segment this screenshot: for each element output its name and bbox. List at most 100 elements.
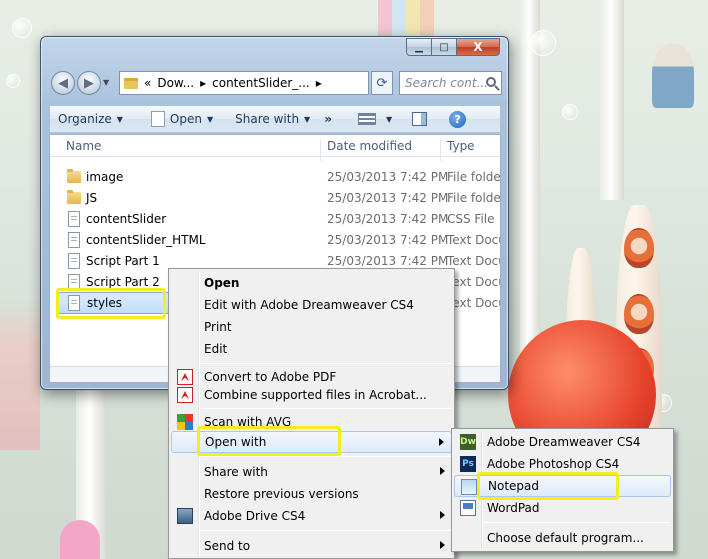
file-name: Script Part 1 [86,254,160,268]
file-date: 25/03/2013 7:42 PM [327,191,449,205]
rainbow-stripe [392,0,406,40]
file-name: contentSlider [86,212,167,226]
menu-item-open[interactable]: Open [171,272,452,294]
highlight-box-open-with [197,426,341,456]
column-date-modified[interactable]: Date modified [327,139,412,153]
column-divider[interactable] [320,139,321,161]
file-type: Text Docum [447,296,500,310]
highlight-box-notepad [477,472,619,500]
column-type[interactable]: Type [447,139,475,153]
share-with-label: Share with [235,112,300,126]
menu-label: Choose default program... [487,531,644,545]
search-input[interactable]: Search cont... [399,71,502,95]
breadcrumb-contentslider[interactable]: contentSlider_... [212,76,310,90]
menu-item-send-to[interactable]: Send to [171,535,452,557]
menu-item-edit-with-dreamweaver[interactable]: Edit with Adobe Dreamweaver CS4 [171,294,452,316]
adobe-drive-icon [177,508,193,524]
file-name: Script Part 2 [86,275,160,289]
file-row-contentslider-html[interactable]: contentSlider_HTML 25/03/2013 7:42 PM Te… [50,230,500,251]
more-commands-button[interactable]: » [318,106,340,132]
menu-label: Adobe Drive CS4 [204,509,306,523]
chevron-down-icon: ▼ [206,114,214,124]
rainbow-stripe [378,0,392,40]
pdf-icon [177,369,193,385]
file-type: CSS File [447,212,495,226]
menu-label: Share with [204,465,268,479]
tree-trunk [600,0,624,200]
menu-label: Print [204,320,232,334]
menu-label: Send to [204,539,251,553]
search-placeholder: Search cont... [405,76,488,90]
menu-item-print[interactable]: Print [171,316,452,338]
document-icon [68,232,80,248]
organize-label: Organize [58,112,112,126]
menu-separator [201,408,451,409]
organize-button[interactable]: Organize ▼ [50,106,131,132]
help-button[interactable]: ? [435,106,474,132]
open-label: Open [169,112,202,126]
photoshop-icon: Ps [460,456,476,472]
forward-button[interactable]: ▶ [77,71,101,95]
change-view-button[interactable]: ▼ [340,106,400,132]
folder-icon [67,169,81,183]
menu-label: Edit with Adobe Dreamweaver CS4 [204,298,414,312]
file-type: File folder [447,170,501,184]
file-type: Text Docum [447,233,500,247]
flower-illustration [60,520,100,559]
window-caption-buttons: ▁ □ X [406,38,500,56]
submenu-arrow-icon [440,467,445,475]
file-date: 25/03/2013 7:42 PM [327,233,449,247]
folder-icon [124,77,138,89]
submenu-arrow-icon [440,511,445,519]
submenu-arrow-icon [439,438,444,446]
menu-separator [201,363,451,364]
menu-separator [484,522,670,523]
maximize-button[interactable]: □ [432,38,457,56]
preview-pane-button[interactable] [400,106,435,132]
file-name: JS [86,191,98,205]
doll-figure [624,228,654,268]
menu-item-restore-previous-versions[interactable]: Restore previous versions [171,483,452,505]
address-overflow-chevron[interactable]: « [144,76,151,90]
menu-item-combine-in-acrobat[interactable]: Combine supported files in Acrobat... [171,384,452,406]
open-button[interactable]: Open ▼ [131,106,221,132]
rainbow-stripe [406,0,420,40]
preview-pane-icon [412,112,428,126]
menu-label: Edit [204,342,228,356]
menu-item-wordpad[interactable]: WordPad [454,497,671,519]
address-bar[interactable]: « Dow... ▸ contentSlider_... ▸ [119,71,369,95]
column-divider[interactable] [440,139,441,161]
menu-item-choose-default-program[interactable]: Choose default program... [454,527,671,549]
acrobat-icon [177,387,193,403]
menu-item-edit[interactable]: Edit [171,338,452,360]
bubble [6,74,20,88]
refresh-button[interactable]: ⟳ [371,71,393,95]
command-bar: Organize ▼ Open ▼ Share with ▼ » ▼ ? [49,105,501,133]
file-name: contentSlider_HTML [86,233,206,247]
breadcrumb-downloads[interactable]: Dow... [157,76,194,90]
help-icon: ? [449,110,467,128]
column-headers: Name Date modified Type [50,135,500,161]
recent-pages-dropdown[interactable]: ▼ [103,78,109,87]
file-row-contentslider[interactable]: contentSlider 25/03/2013 7:42 PM CSS Fil… [50,209,500,230]
menu-item-dreamweaver[interactable]: Dw Adobe Dreamweaver CS4 [454,431,671,453]
breadcrumb-separator[interactable]: ▸ [200,76,206,90]
menu-label: Adobe Photoshop CS4 [487,457,620,471]
bubble [562,104,578,120]
breadcrumb-separator[interactable]: ▸ [316,76,322,90]
doll-figure [624,294,654,334]
close-button[interactable]: X [457,38,500,56]
minimize-button[interactable]: ▁ [406,38,432,56]
column-name[interactable]: Name [66,139,101,153]
flower-illustration [0,300,40,450]
share-with-button[interactable]: Share with ▼ [221,106,318,132]
menu-item-adobe-drive[interactable]: Adobe Drive CS4 [171,505,452,527]
bubble [12,18,32,38]
back-button[interactable]: ◀ [51,71,75,95]
file-type: File folder [447,191,501,205]
file-row-image[interactable]: image 25/03/2013 7:42 PM File folder [50,167,500,188]
menu-item-share-with[interactable]: Share with [171,461,452,483]
file-row-js[interactable]: JS 25/03/2013 7:42 PM File folder [50,188,500,209]
file-date: 25/03/2013 7:42 PM [327,170,449,184]
menu-label: Convert to Adobe PDF [204,370,337,384]
